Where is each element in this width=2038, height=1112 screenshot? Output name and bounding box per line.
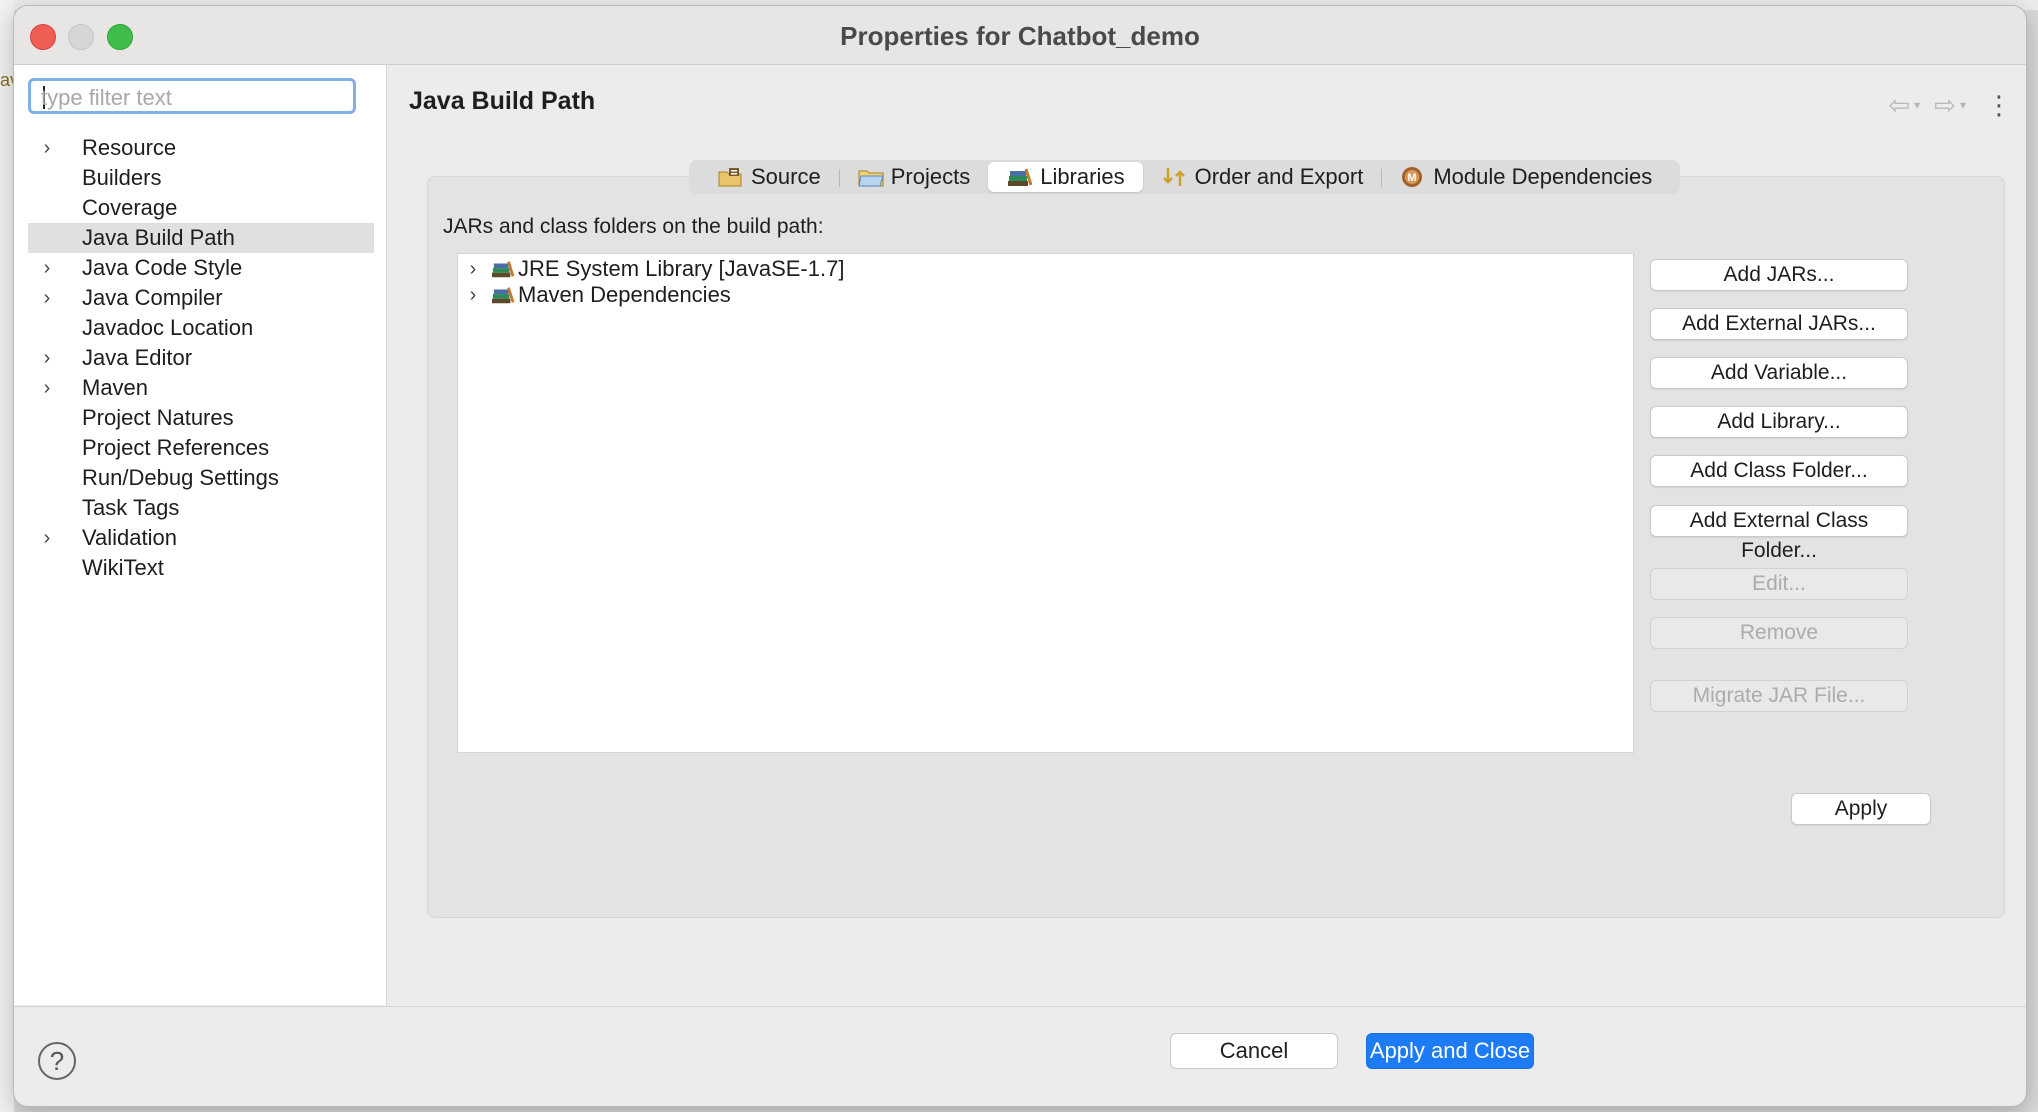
chevron-right-icon[interactable]: › [38, 523, 56, 553]
order-export-icon [1162, 168, 1185, 186]
sidebar-item-java-code-style[interactable]: › Java Code Style [28, 253, 374, 283]
cancel-button[interactable]: Cancel [1170, 1033, 1338, 1069]
sidebar-tree: › Resource Builders Coverage Java Build P… [28, 133, 374, 583]
sidebar-item-project-references[interactable]: Project References [28, 433, 374, 463]
sidebar-item-label: Java Compiler [82, 285, 223, 310]
chevron-right-icon[interactable]: › [38, 283, 56, 313]
tab-libraries[interactable]: Libraries [988, 162, 1143, 192]
library-row-maven[interactable]: › Maven Dependencies [458, 280, 1633, 310]
back-dropdown-icon[interactable]: ▾ [1914, 98, 1920, 112]
tab-label: Source [751, 164, 821, 189]
sidebar-item-java-build-path[interactable]: Java Build Path [28, 223, 374, 253]
add-external-class-folder-button[interactable]: Add External Class Folder... [1650, 505, 1908, 562]
library-label: Maven Dependencies [518, 282, 731, 307]
module-dependencies-icon: M [1402, 167, 1423, 187]
forward-arrow-icon[interactable]: ⇨ [1934, 90, 1956, 121]
sidebar-item-label: Validation [82, 525, 177, 550]
sidebar-item-project-natures[interactable]: Project Natures [28, 403, 374, 433]
libraries-tree[interactable]: › JRE System Library [JavaSE-1.7] › Mave… [457, 253, 1634, 753]
chevron-right-icon[interactable]: › [38, 133, 56, 163]
sidebar-item-builders[interactable]: Builders [28, 163, 374, 193]
tab-order-and-export[interactable]: Order and Export [1143, 162, 1383, 192]
tab-label: Module Dependencies [1433, 164, 1653, 189]
sidebar-item-run-debug-settings[interactable]: Run/Debug Settings [28, 463, 374, 493]
remove-button[interactable]: Remove [1650, 617, 1908, 649]
sidebar-item-label: Java Code Style [82, 255, 243, 280]
chevron-right-icon[interactable]: › [38, 253, 56, 283]
chevron-right-icon[interactable]: › [38, 373, 56, 403]
help-icon[interactable]: ? [38, 1042, 76, 1080]
sidebar-item-label: Java Editor [82, 345, 193, 370]
library-icon [492, 261, 515, 278]
svg-text:M: M [1408, 172, 1417, 184]
apply-and-close-button[interactable]: Apply and Close [1366, 1033, 1534, 1069]
sidebar-item-label: WikiText [82, 555, 164, 580]
edit-button[interactable]: Edit... [1650, 568, 1908, 600]
forward-dropdown-icon[interactable]: ▾ [1960, 98, 1966, 112]
sidebar-item-label: Java Build Path [82, 225, 235, 250]
sidebar-item-coverage[interactable]: Coverage [28, 193, 374, 223]
sidebar-item-label: Javadoc Location [82, 315, 254, 340]
sidebar-item-maven[interactable]: › Maven [28, 373, 374, 403]
sidebar-item-label: Task Tags [82, 495, 180, 520]
add-library-button[interactable]: Add Library... [1650, 406, 1908, 438]
sidebar-item-label: Project References [82, 435, 270, 460]
sidebar-item-label: Maven [82, 375, 149, 400]
filter-input[interactable] [39, 83, 343, 113]
sidebar-item-validation[interactable]: › Validation [28, 523, 374, 553]
build-path-label: JARs and class folders on the build path… [443, 215, 824, 238]
migrate-jar-button[interactable]: Migrate JAR File... [1650, 680, 1908, 712]
sidebar-item-label: Builders [82, 165, 162, 190]
sidebar-item-java-compiler[interactable]: › Java Compiler [28, 283, 374, 313]
background-editor-edge [0, 0, 14, 1112]
tab-module-dependencies[interactable]: M Module Dependencies [1381, 162, 1670, 192]
window-title: Properties for Chatbot_demo [840, 21, 1200, 51]
add-class-folder-button[interactable]: Add Class Folder... [1650, 455, 1908, 487]
tab-source[interactable]: Source [699, 162, 840, 192]
sidebar-item-label: Coverage [82, 195, 178, 220]
sidebar-item-task-tags[interactable]: Task Tags [28, 493, 374, 523]
tab-projects[interactable]: Projects [839, 162, 988, 192]
title-bar: Properties for Chatbot_demo [14, 6, 2026, 65]
sidebar-item-resource[interactable]: › Resource [28, 133, 374, 163]
library-icon [492, 287, 515, 304]
property-page-content: Java Build Path ⇦ ▾ ⇨ ▾ ⋮ Source Project… [387, 65, 2026, 1005]
filter-field[interactable] [28, 78, 356, 114]
properties-dialog: Properties for Chatbot_demo › Resource Bu… [14, 6, 2026, 1106]
build-path-tabs: Source Projects Libraries Order and Expo… [689, 160, 1681, 194]
add-external-jars-button[interactable]: Add External JARs... [1650, 308, 1908, 340]
add-jars-button[interactable]: Add JARs... [1650, 259, 1908, 291]
add-variable-button[interactable]: Add Variable... [1650, 357, 1908, 389]
sidebar-item-javadoc-location[interactable]: Javadoc Location [28, 313, 374, 343]
sidebar-item-label: Project Natures [82, 405, 234, 430]
source-folder-icon [718, 168, 742, 187]
chevron-right-icon[interactable]: › [464, 280, 482, 310]
chevron-right-icon[interactable]: › [38, 343, 56, 373]
page-navigation: ⇦ ▾ ⇨ ▾ ⋮ [1888, 89, 2012, 121]
sidebar-item-label: Resource [82, 135, 177, 160]
libraries-icon [1008, 168, 1033, 186]
property-page-tree: › Resource Builders Coverage Java Build P… [14, 65, 387, 1005]
sidebar-item-wikitext[interactable]: WikiText [28, 553, 374, 583]
page-title: Java Build Path [409, 87, 596, 115]
tab-label: Projects [890, 164, 971, 189]
sidebar-item-java-editor[interactable]: › Java Editor [28, 343, 374, 373]
apply-button[interactable]: Apply [1791, 793, 1931, 825]
projects-folder-icon [858, 170, 884, 187]
dialog-footer: ? Cancel Apply and Close [14, 1006, 2026, 1106]
more-options-icon[interactable]: ⋮ [1986, 90, 2012, 121]
tab-label: Order and Export [1194, 164, 1364, 189]
sidebar-item-label: Run/Debug Settings [82, 465, 279, 490]
back-arrow-icon[interactable]: ⇦ [1888, 90, 1910, 121]
tab-label: Libraries [1040, 164, 1125, 189]
